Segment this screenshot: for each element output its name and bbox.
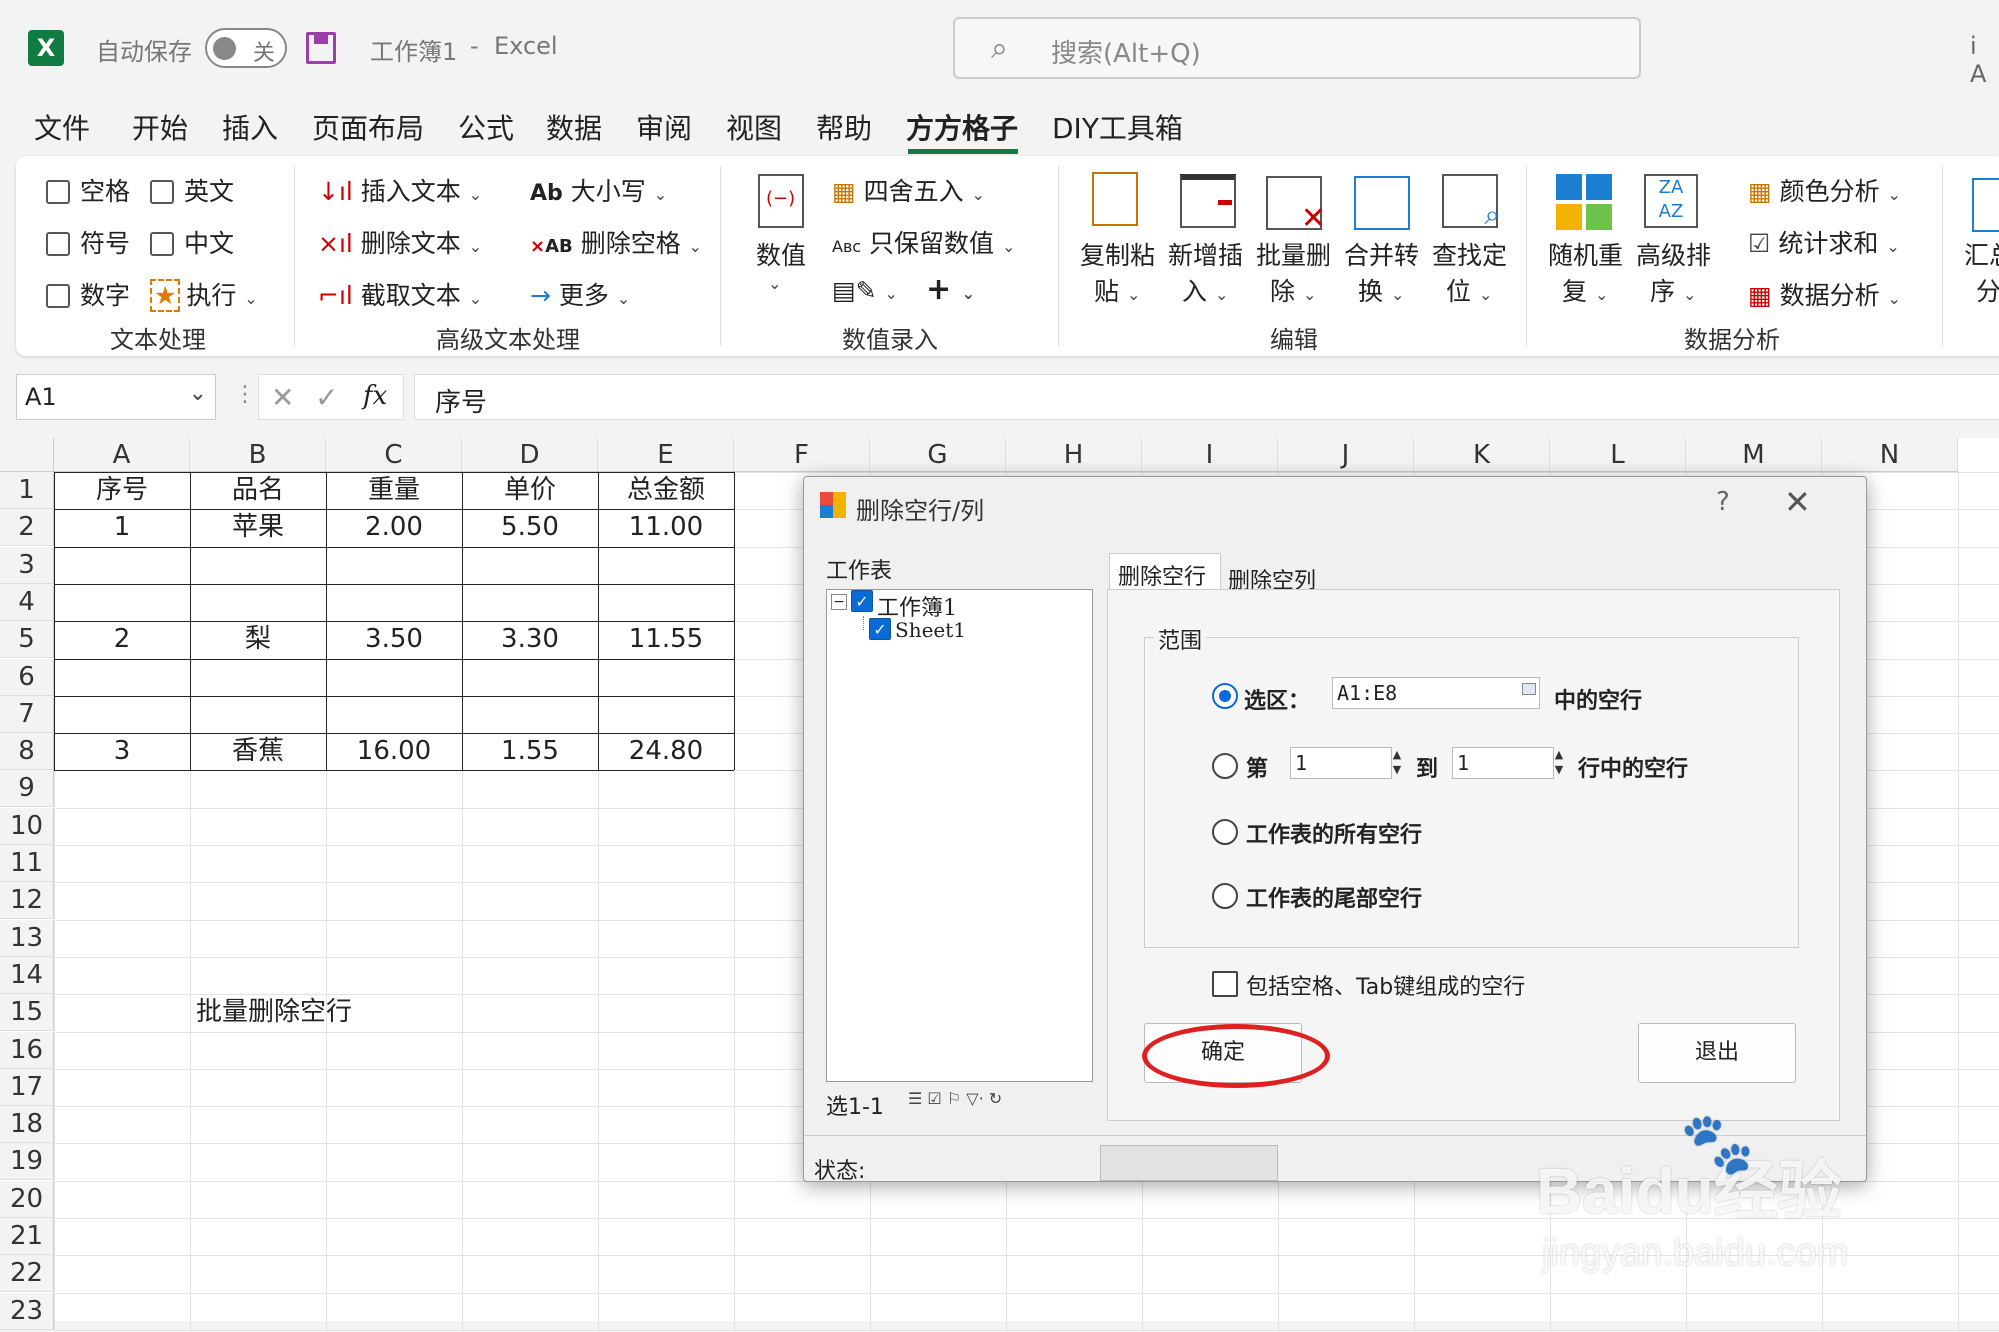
- tab-delete-rows-label[interactable]: 删除空行: [1118, 559, 1206, 591]
- help-button[interactable]: ?: [1716, 487, 1730, 517]
- status-label: 状态:: [814, 1159, 866, 1184]
- annotation-circle: [1142, 1024, 1330, 1088]
- checkbox-checked-icon[interactable]: ✓: [869, 618, 891, 640]
- selection-range-input[interactable]: A1:E8: [1332, 677, 1540, 709]
- worksheet-tree[interactable]: − ✓ 工作簿1 ✓ Sheet1: [826, 589, 1093, 1082]
- range-label: 范围: [1154, 623, 1207, 655]
- spinner-icon[interactable]: ▲ ▼: [1390, 747, 1404, 779]
- checkbox-checked-icon[interactable]: ✓: [851, 590, 873, 612]
- in-blank-rows-label: 中的空行: [1554, 689, 1643, 714]
- tree-tools-icon[interactable]: ☰ ☑ ⚐ ▽· ↻: [908, 1089, 1002, 1108]
- tail-blank-label: 工作表的尾部空行: [1246, 887, 1423, 912]
- progress-bar: [1100, 1145, 1278, 1181]
- tree-child-label[interactable]: Sheet1: [895, 618, 966, 642]
- tree-status: 选1-1: [826, 1095, 884, 1120]
- exit-button[interactable]: 退出: [1638, 1023, 1796, 1083]
- delete-blank-dialog: 删除空行/列 ? ✕ 工作表 − ✓ 工作簿1 ✓ Sheet1 选1-1 ☰ …: [803, 476, 1867, 1184]
- row-range-suffix: 行中的空行: [1578, 757, 1689, 782]
- gridline: [54, 1329, 1999, 1331]
- include-spaces-label: 包括空格、Tab键组成的空行: [1246, 975, 1526, 1000]
- watermark-url: jingyan.baidu.com: [1542, 1232, 1849, 1274]
- dialog-app-icon: [820, 492, 846, 518]
- from-row-input[interactable]: 1: [1290, 747, 1392, 779]
- include-spaces-checkbox[interactable]: [1212, 971, 1238, 997]
- collapse-icon[interactable]: −: [831, 594, 847, 610]
- row-from-label: 第: [1246, 757, 1269, 782]
- spinner-icon[interactable]: ▲ ▼: [1552, 747, 1566, 779]
- radio-tail-blank[interactable]: [1212, 883, 1238, 909]
- worksheet-label: 工作表: [826, 559, 893, 584]
- close-button[interactable]: ✕: [1784, 483, 1811, 521]
- range-picker-icon[interactable]: [1522, 683, 1536, 695]
- radio-all-blank[interactable]: [1212, 819, 1238, 845]
- dialog-title: 删除空行/列: [856, 497, 985, 525]
- all-blank-label: 工作表的所有空行: [1246, 823, 1423, 848]
- to-row-input[interactable]: 1: [1452, 747, 1554, 779]
- watermark-paw-icon: 🐾: [1680, 1109, 1755, 1179]
- tree-connector: [863, 616, 864, 630]
- radio-selection[interactable]: [1212, 683, 1238, 709]
- to-label: 到: [1416, 757, 1439, 782]
- radio-row-range[interactable]: [1212, 753, 1238, 779]
- radio-selection-label: 选区：: [1244, 689, 1311, 714]
